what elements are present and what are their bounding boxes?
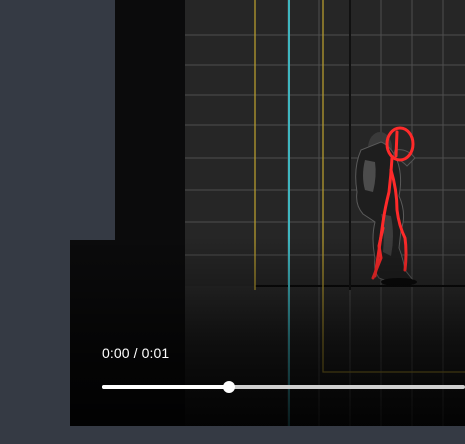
page: 0:00 / 0:01 bbox=[0, 0, 465, 444]
seek-bar-played bbox=[102, 385, 230, 389]
time-display: 0:00 / 0:01 bbox=[102, 345, 170, 361]
seek-bar[interactable] bbox=[102, 381, 465, 393]
video-player[interactable]: 0:00 / 0:01 bbox=[70, 0, 465, 426]
viewport-render bbox=[185, 0, 465, 426]
seek-thumb[interactable] bbox=[223, 381, 236, 393]
video-scene bbox=[185, 0, 465, 426]
page-background-panel bbox=[0, 0, 115, 240]
